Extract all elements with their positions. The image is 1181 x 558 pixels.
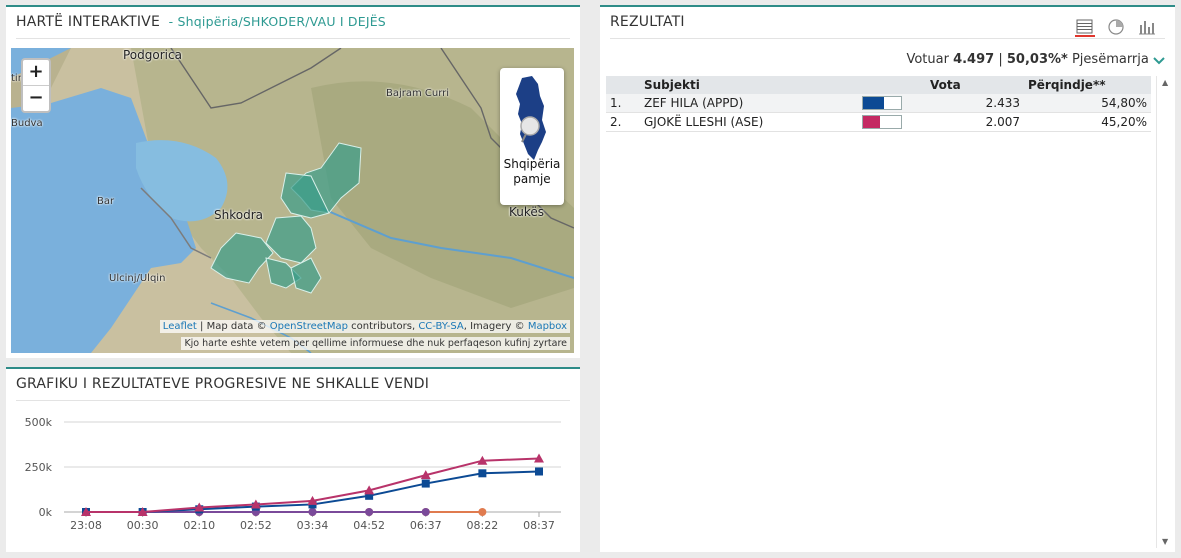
table-row[interactable]: 2. GJOKË LLESHI (ASE) 2.007 45,20% <box>606 112 1151 132</box>
zoom-out-button[interactable]: − <box>23 85 49 111</box>
x-tick-label: 08:22 <box>467 519 499 532</box>
scroll-up-icon[interactable]: ▲ <box>1162 78 1168 87</box>
y-tick-label: 250k <box>25 461 53 474</box>
zoom-control: + − <box>21 58 51 113</box>
percent-header[interactable]: Përqindje** <box>1024 76 1151 94</box>
turnout-summary: Votuar 4.497 | 50,03%* Pjesëmarrja <box>906 52 1165 67</box>
row-rank: 1. <box>606 94 640 113</box>
albania-overview-button[interactable]: Shqipëria pamje <box>500 68 564 205</box>
openstreetmap-link[interactable]: OpenStreetMap <box>270 321 348 332</box>
attribution-text-1: | Map data © <box>196 321 270 332</box>
share-bar-fill <box>863 97 884 110</box>
data-point <box>365 508 374 516</box>
data-point <box>421 479 430 488</box>
data-point <box>308 508 317 516</box>
attribution-text-2: contributors, <box>347 321 419 332</box>
rank-header <box>606 76 640 94</box>
data-point <box>421 508 430 516</box>
table-view-icon[interactable] <box>1075 17 1095 37</box>
subject-header[interactable]: Subjekti <box>640 76 858 94</box>
x-tick-label: 04:52 <box>353 519 385 532</box>
x-tick-label: 06:37 <box>410 519 442 532</box>
results-header-row: Subjekti Vota Përqindje** <box>606 76 1151 94</box>
map-panel-title: HARTË INTERAKTIVE - Shqipëria/SHKODER/VA… <box>16 14 386 30</box>
attribution-text-3: , Imagery © <box>463 321 528 332</box>
bar-header <box>858 76 926 94</box>
x-tick-label: 08:37 <box>523 519 555 532</box>
share-bar-fill <box>863 116 881 129</box>
progressive-results-panel: GRAFIKU I REZULTATEVE PROGRESIVE NE SHKA… <box>6 367 580 552</box>
results-panel: REZULTATI Votuar 4.497 | 50,03%* Pjesëma… <box>600 5 1175 552</box>
results-divider <box>1156 76 1157 548</box>
turnout-value: 50,03%* <box>1006 52 1068 67</box>
map-terrain <box>11 48 574 353</box>
y-tick-label: 0k <box>39 506 53 519</box>
leaflet-link[interactable]: Leaflet <box>163 321 197 332</box>
share-bar <box>862 115 902 130</box>
x-tick-label: 02:52 <box>240 519 272 532</box>
votes-header[interactable]: Vota <box>926 76 1024 94</box>
row-percent: 54,80% <box>1024 94 1151 113</box>
place-podgorica: Podgorica <box>123 48 182 62</box>
x-tick-label: 02:10 <box>183 519 215 532</box>
scroll-down-icon[interactable]: ▼ <box>1162 537 1168 546</box>
chart-panel-title: GRAFIKU I REZULTATEVE PROGRESIVE NE SHKA… <box>16 376 430 392</box>
title-divider <box>16 38 570 39</box>
voted-value: 4.497 <box>953 52 995 67</box>
x-tick-label: 00:30 <box>127 519 159 532</box>
place-bajram-curri: Bajram Curri <box>386 88 450 99</box>
row-share-bar <box>858 112 926 132</box>
place-bar: Bar <box>97 196 115 207</box>
license-link[interactable]: CC-BY-SA <box>418 321 463 332</box>
row-votes: 2.433 <box>926 94 1024 113</box>
map-panel: HARTË INTERAKTIVE - Shqipëria/SHKODER/VA… <box>6 5 580 358</box>
overview-label: Shqipëria pamje <box>500 157 564 187</box>
row-rank: 2. <box>606 112 640 132</box>
title-divider <box>16 400 570 401</box>
table-row[interactable]: 1. ZEF HILA (APPD) 2.433 54,80% <box>606 94 1151 113</box>
albania-silhouette-icon <box>516 76 546 160</box>
place-ulcinj: Ulcinj/Ulqin <box>109 273 166 284</box>
results-table: Subjekti Vota Përqindje** 1. ZEF HILA (A… <box>606 76 1151 132</box>
breadcrumb[interactable]: - Shqipëria/SHKODER/VAU I DEJËS <box>169 14 386 29</box>
row-subject: ZEF HILA (APPD) <box>640 94 858 113</box>
chevron-down-icon[interactable] <box>1153 55 1165 65</box>
summary-separator: | <box>998 52 1003 67</box>
bar-chart-icon[interactable] <box>1137 17 1157 37</box>
overview-label-line1: Shqipëria <box>503 157 561 171</box>
turnout-label: Pjesëmarrja <box>1071 52 1149 67</box>
place-shkodra: Shkodra <box>214 208 263 222</box>
progressive-line-chart: 0k 250k 500k 23:08 00:30 02:10 02:52 03:34 04:52… <box>25 416 561 532</box>
data-point <box>478 469 487 478</box>
mapbox-link[interactable]: Mapbox <box>528 321 567 332</box>
voted-label: Votuar <box>906 52 949 67</box>
data-point <box>535 467 543 476</box>
map-attribution: Leaflet | Map data © OpenStreetMap contr… <box>159 320 570 333</box>
pie-chart-icon[interactable] <box>1106 17 1126 37</box>
row-votes: 2.007 <box>926 112 1024 132</box>
row-subject: GJOKË LLESHI (ASE) <box>640 112 858 132</box>
x-tick-label: 23:08 <box>70 519 102 532</box>
x-tick-label: 03:34 <box>297 519 329 532</box>
results-panel-title: REZULTATI <box>610 14 685 30</box>
place-kukes: Kukës <box>509 205 545 219</box>
data-point <box>478 508 487 516</box>
zoom-in-button[interactable]: + <box>23 60 49 85</box>
map-title-text: HARTË INTERAKTIVE <box>16 14 160 30</box>
y-tick-label: 500k <box>25 416 53 429</box>
map-disclaimer: Kjo harte eshte vetem per qellime inform… <box>181 337 570 350</box>
interactive-map[interactable]: Podgorica tinje Budva Bajram Curri Bar S… <box>11 48 574 353</box>
results-scrollbar[interactable]: ▲ ▼ <box>1159 76 1173 548</box>
overview-label-line2: pamje <box>513 172 551 186</box>
row-share-bar <box>858 94 926 113</box>
place-budva: Budva <box>11 118 43 129</box>
title-divider <box>610 38 1165 39</box>
row-percent: 45,20% <box>1024 112 1151 132</box>
share-bar <box>862 96 902 111</box>
